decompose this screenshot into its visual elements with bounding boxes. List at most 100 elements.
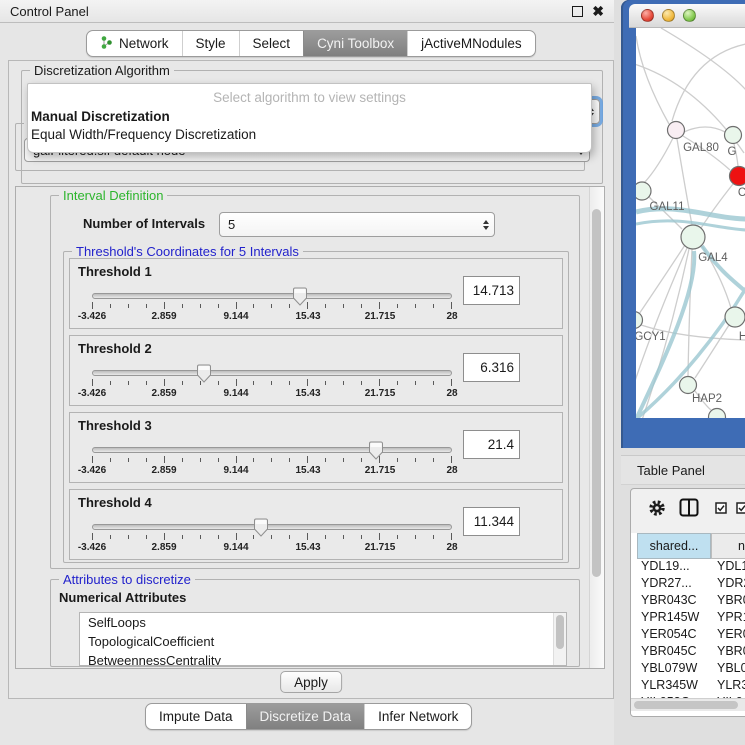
slider-thumb[interactable] — [292, 287, 307, 311]
table-cell[interactable]: YPR1 — [717, 610, 745, 624]
threshold-value-field[interactable]: 14.713 — [463, 276, 520, 305]
table-cell[interactable]: YDL19... — [641, 559, 690, 573]
settings-vertical-scrollbar[interactable] — [589, 187, 604, 668]
attribute-list-item[interactable]: TopologicalCoefficient — [80, 632, 566, 651]
numerical-attributes-label: Numerical Attributes — [59, 590, 186, 605]
scrollbar-thumb[interactable] — [592, 209, 601, 577]
tab-label: Network — [119, 36, 169, 51]
table-row[interactable]: YDR27... YDR2 — [631, 576, 745, 593]
table-row[interactable]: YER054C YER0 — [631, 627, 745, 644]
threshold-slider[interactable]: -3.4262.8599.14415.4321.71528 — [92, 439, 452, 475]
attribute-items: SelfLoopsTopologicalCoefficientBetweenne… — [80, 613, 566, 666]
threshold-value-field[interactable]: 21.4 — [463, 430, 520, 459]
scrollbar-thumb[interactable] — [634, 701, 738, 709]
network-node[interactable] — [681, 225, 705, 249]
tab-style[interactable]: Style — [182, 31, 239, 56]
threshold-slider[interactable]: -3.4262.8599.14415.4321.71528 — [92, 516, 452, 552]
tab-jactivemnodules[interactable]: jActiveMNodules — [407, 31, 535, 56]
table-row[interactable]: YDL19... YDL1 — [631, 559, 745, 576]
tab-select[interactable]: Select — [239, 31, 304, 56]
network-node[interactable] — [668, 122, 685, 139]
table-cell[interactable]: YPR145W — [641, 610, 699, 624]
checkbox-checked-icon[interactable] — [736, 501, 745, 519]
apply-button[interactable]: Apply — [280, 671, 342, 693]
slider-ticks — [92, 379, 452, 387]
table-cell[interactable]: YBR0 — [717, 644, 745, 658]
threshold-panel: Threshold 2-3.4262.8599.14415.4321.71528… — [69, 335, 563, 406]
table-row[interactable]: YBL079W YBL0 — [631, 661, 745, 678]
tab-infer-network[interactable]: Infer Network — [364, 704, 471, 729]
close-traffic-light-icon[interactable] — [641, 9, 654, 22]
node-table: shared... n YDL19... YDL1 YDR27... YDR2 YBR0… — [631, 533, 745, 716]
algorithm-dropdown-popup: Select algorithm to view settings Manual… — [27, 83, 592, 153]
checkbox-checked-icon[interactable] — [715, 501, 727, 519]
list-scrollbar[interactable] — [553, 613, 566, 665]
table-cell[interactable]: YER054C — [641, 627, 697, 641]
close-icon[interactable]: ✖ — [592, 4, 604, 18]
split-table-icon[interactable] — [679, 498, 699, 522]
scrollbar-thumb[interactable] — [556, 615, 564, 649]
dropdown-hint: Select algorithm to view settings — [28, 90, 591, 105]
table-cell[interactable]: YLR345W — [641, 678, 698, 692]
slider-ticks — [92, 302, 452, 310]
table-cell[interactable]: YLR3 — [717, 678, 745, 692]
table-cell[interactable]: YBL079W — [641, 661, 697, 675]
slider-thumb[interactable] — [369, 441, 384, 465]
numerical-attributes-list[interactable]: SelfLoopsTopologicalCoefficientBetweenne… — [79, 612, 567, 666]
table-cell[interactable]: YDR27... — [641, 576, 692, 590]
zoom-traffic-light-icon[interactable] — [683, 9, 696, 22]
network-node-label: GAL11 — [650, 201, 685, 213]
network-node[interactable] — [636, 182, 651, 200]
gear-icon[interactable] — [648, 499, 666, 522]
table-row[interactable]: YBR043C YBR0 — [631, 593, 745, 610]
threshold-value-field[interactable]: 11.344 — [463, 507, 520, 536]
table-cell[interactable]: YBL0 — [717, 661, 745, 675]
minimize-traffic-light-icon[interactable] — [662, 9, 675, 22]
tab-label: Impute Data — [159, 709, 233, 724]
panel-title: Control Panel — [10, 4, 89, 19]
attribute-list-item[interactable]: BetweennessCentrality — [80, 651, 566, 666]
network-node-label: GAL4 — [698, 252, 728, 264]
tab-cyni-toolbox[interactable]: Cyni Toolbox — [303, 31, 407, 56]
combo-value: 5 — [228, 217, 235, 232]
tab-discretize-data[interactable]: Discretize Data — [246, 704, 365, 729]
slider-tick-labels: -3.4262.8599.14415.4321.71528 — [92, 465, 452, 477]
table-cell[interactable]: YDR2 — [717, 576, 745, 590]
column-header-name[interactable]: n — [711, 533, 745, 559]
network-canvas[interactable]: GAL80GCGAL11GAL4GCY1HHAP2 — [636, 28, 745, 418]
dropdown-option-manual-discretization[interactable]: Manual Discretization — [30, 109, 589, 126]
tab-label: Discretize Data — [260, 709, 352, 724]
threshold-slider[interactable]: -3.4262.8599.14415.4321.71528 — [92, 285, 452, 321]
group-title: Discretization Algorithm — [30, 63, 174, 78]
network-node[interactable] — [730, 167, 745, 186]
threshold-value-field[interactable]: 6.316 — [463, 353, 520, 382]
network-node[interactable] — [636, 312, 643, 329]
slider-thumb[interactable] — [196, 364, 211, 388]
tab-impute-data[interactable]: Impute Data — [146, 704, 246, 729]
float-window-icon[interactable] — [572, 6, 583, 17]
network-window-titlebar[interactable] — [629, 4, 745, 28]
table-cell[interactable]: YBR045C — [641, 644, 697, 658]
slider-thumb[interactable] — [254, 518, 269, 542]
network-node[interactable] — [680, 377, 697, 394]
attribute-list-item[interactable]: SelfLoops — [80, 613, 566, 632]
dropdown-option-equal-width-frequency[interactable]: Equal Width/Frequency Discretization — [30, 127, 589, 144]
table-cell[interactable]: YBR043C — [641, 593, 697, 607]
table-horizontal-scrollbar[interactable] — [631, 698, 745, 711]
table-row[interactable]: YPR145W YPR1 — [631, 610, 745, 627]
slider-ticks — [92, 533, 452, 541]
tab-label: Infer Network — [378, 709, 458, 724]
network-node[interactable] — [725, 307, 745, 327]
network-node-label: C — [738, 187, 745, 199]
table-row[interactable]: YLR345W YLR3 — [631, 678, 745, 695]
table-cell[interactable]: YBR0 — [717, 593, 745, 607]
network-node[interactable] — [725, 127, 742, 144]
table-cell[interactable]: YER0 — [717, 627, 745, 641]
table-cell[interactable]: YDL1 — [717, 559, 745, 573]
column-header-shared-name[interactable]: shared... — [637, 533, 711, 559]
tab-network[interactable]: Network — [87, 31, 182, 56]
number-of-intervals-combobox[interactable]: 5 — [219, 212, 495, 237]
network-icon — [100, 35, 113, 53]
threshold-slider[interactable]: -3.4262.8599.14415.4321.71528 — [92, 362, 452, 398]
table-row[interactable]: YBR045C YBR0 — [631, 644, 745, 661]
